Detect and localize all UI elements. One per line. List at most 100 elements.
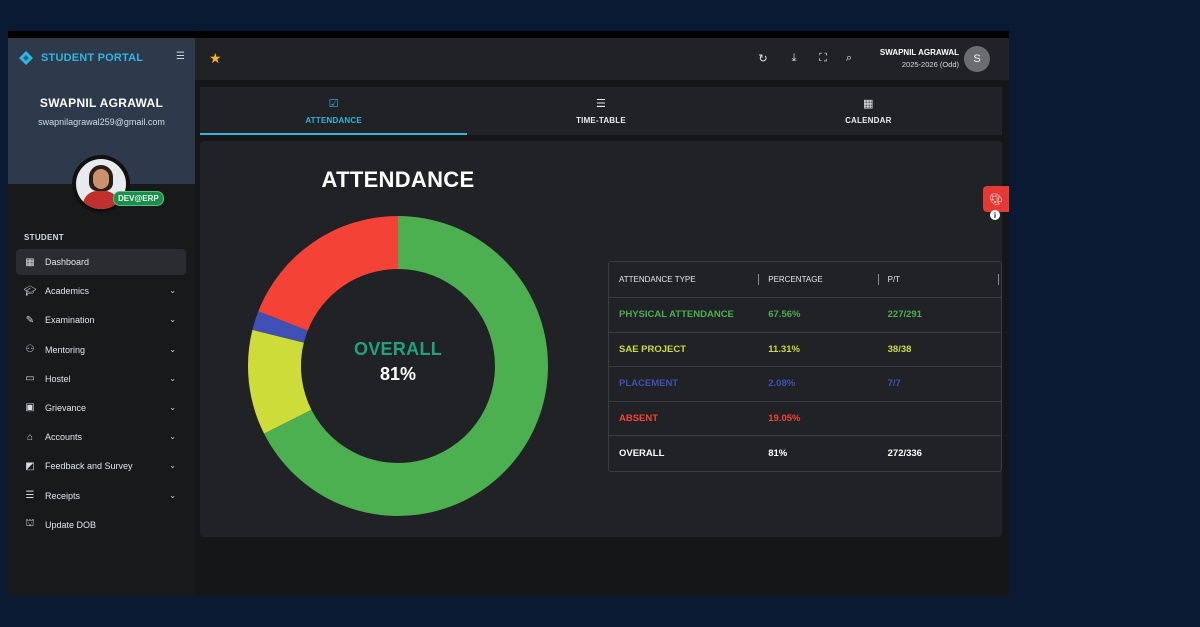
column-header: P/T	[877, 274, 1001, 285]
chevron-down-icon: ⌄	[169, 315, 176, 325]
pt-cell: 7/7	[887, 378, 901, 390]
sidebar-nav: ▦ Dashboard 🎓︎ Academics ⌄ ✎ Examination…	[16, 249, 186, 541]
sidebar: STUDENT PORTAL ☰ SWAPNIL AGRAWAL swapnil…	[8, 38, 195, 596]
info-icon[interactable]: i	[990, 210, 1000, 220]
sidebar-item-label: Examination	[45, 315, 95, 326]
sidebar-item-label: Dashboard	[45, 257, 90, 267]
sidebar-item-label: Update DOB	[45, 519, 97, 530]
search-icon[interactable]: ⌕	[842, 52, 856, 65]
top-bar: ★ ↻ ⤓ ⛶ ⌕ SWAPNIL AGRAWAL 2025-2026 (Odd…	[195, 38, 1009, 80]
ticket-icon: ▣	[25, 402, 35, 414]
type-cell: SAE PROJECT	[619, 343, 687, 355]
user-avatar[interactable]: S	[964, 46, 990, 72]
sidebar-item-hostel[interactable]: ▭ Hostel ⌄	[16, 366, 186, 392]
sidebar-item-receipts[interactable]: ☰ Receipts ⌄	[16, 483, 186, 509]
percentage-cell: 19.05%	[768, 413, 801, 425]
brand-title: STUDENT PORTAL	[41, 52, 144, 64]
table-row: PHYSICAL ATTENDANCE 67.56% 227/291	[609, 298, 1001, 333]
type-cell: ABSENT	[619, 413, 659, 425]
sidebar-item-dashboard[interactable]: ▦ Dashboard	[16, 249, 186, 275]
attendance-card: ATTENDANCE OVERALL 81% ATTENDANCE TYPE P…	[200, 141, 1002, 537]
table-row: PLACEMENT 2.08% 7/7	[609, 367, 1001, 402]
sidebar-item-feedback[interactable]: ◩ Feedback and Survey ⌄	[16, 453, 186, 479]
sidebar-item-accounts[interactable]: ⌂ Accounts ⌄	[16, 424, 186, 450]
donut-center-title: OVERALL	[353, 339, 443, 359]
chevron-down-icon: ⌄	[169, 432, 176, 442]
tab-label: CALENDAR	[845, 116, 892, 125]
dev-erp-badge: DEV@ERP	[113, 191, 164, 206]
tab-bar: ☑ ATTENDANCE ☰ TIME-TABLE ▦ CALENDAR	[200, 87, 1002, 135]
column-header: ATTENDANCE TYPE	[619, 275, 696, 284]
percentage-cell: 81%	[768, 448, 788, 460]
tab-calendar[interactable]: ▦ CALENDAR	[735, 87, 1002, 135]
favorite-star-icon[interactable]: ★	[209, 50, 222, 67]
chevron-down-icon: ⌄	[169, 344, 176, 354]
cake-icon: ⛫	[25, 518, 35, 530]
bed-icon: ▭	[25, 373, 35, 385]
chevron-down-icon: ⌄	[169, 461, 176, 471]
table-row: SAE PROJECT 11.31% 38/38	[609, 333, 1001, 368]
palette-icon[interactable]: 🎨︎	[983, 186, 1009, 212]
topbar-user-info[interactable]: SWAPNIL AGRAWAL 2025-2026 (Odd)	[880, 48, 959, 69]
donut-center-label: OVERALL 81%	[245, 339, 551, 385]
dashboard-icon: ▦	[25, 256, 35, 268]
calendar-check-icon: ☑	[328, 98, 339, 110]
sidebar-user-email: swapnilagrawal259@gmail.com	[38, 117, 165, 127]
attendance-table: ATTENDANCE TYPE PERCENTAGE P/T PHYSICAL …	[608, 261, 1002, 472]
percentage-cell: 2.08%	[768, 378, 796, 390]
calendar-icon: ▦	[863, 98, 874, 110]
tab-label: ATTENDANCE	[305, 116, 362, 125]
topbar-user-name: SWAPNIL AGRAWAL	[879, 48, 959, 57]
sidebar-item-examination[interactable]: ✎ Examination ⌄	[16, 307, 186, 333]
sidebar-item-label: Accounts	[45, 432, 83, 443]
tab-time-table[interactable]: ☰ TIME-TABLE	[467, 87, 734, 135]
percentage-cell: 11.31%	[768, 343, 800, 355]
menu-collapse-icon[interactable]: ☰	[176, 51, 185, 62]
tab-label: TIME-TABLE	[576, 116, 626, 125]
sidebar-item-update-dob[interactable]: ⛫ Update DOB	[16, 512, 186, 538]
graduation-cap-icon: 🎓︎	[23, 285, 37, 297]
refresh-icon[interactable]: ↻	[756, 52, 770, 65]
section-label-student: STUDENT	[24, 233, 64, 242]
list-icon: ☰	[595, 98, 607, 110]
feedback-icon: ◩	[25, 460, 35, 472]
type-cell: OVERALL	[619, 448, 665, 460]
type-cell: PHYSICAL ATTENDANCE	[619, 309, 734, 321]
table-row: ABSENT 19.05%	[609, 402, 1001, 437]
pt-cell: 38/38	[887, 343, 912, 355]
pencil-icon: ✎	[25, 314, 35, 326]
page-title: ATTENDANCE	[321, 167, 475, 192]
sidebar-item-grievance[interactable]: ▣ Grievance ⌄	[16, 395, 186, 421]
topbar-session: 2025-2026 (Odd)	[901, 60, 959, 69]
sidebar-item-label: Mentoring	[45, 344, 86, 355]
people-icon: ⚇	[25, 344, 35, 356]
chevron-down-icon: ⌄	[169, 490, 176, 500]
portal-logo-icon	[19, 51, 33, 65]
donut-slice-absent[interactable]	[258, 216, 398, 331]
app-window: STUDENT PORTAL ☰ SWAPNIL AGRAWAL swapnil…	[8, 31, 1009, 596]
brand[interactable]: STUDENT PORTAL	[18, 50, 143, 66]
donut-center-value: 81%	[379, 364, 417, 384]
table-header-row: ATTENDANCE TYPE PERCENTAGE P/T	[609, 262, 1001, 298]
download-icon[interactable]: ⤓	[787, 52, 801, 65]
table-row: OVERALL 81% 272/336	[609, 436, 1001, 471]
type-cell: PLACEMENT	[619, 378, 679, 390]
pt-cell: 272/336	[887, 448, 922, 460]
pt-cell: 227/291	[887, 309, 922, 321]
column-header: PERCENTAGE	[758, 274, 877, 285]
sidebar-item-label: Grievance	[45, 402, 87, 413]
sidebar-item-label: Receipts	[45, 490, 81, 501]
bank-icon: ⌂	[26, 431, 34, 443]
chevron-down-icon: ⌄	[169, 402, 176, 412]
receipt-icon: ☰	[25, 490, 35, 501]
chevron-down-icon: ⌄	[169, 286, 176, 296]
sidebar-user-name: SWAPNIL AGRAWAL	[39, 96, 164, 110]
chevron-down-icon: ⌄	[169, 373, 176, 383]
sidebar-item-mentoring[interactable]: ⚇ Mentoring ⌄	[16, 337, 186, 363]
sidebar-item-label: Hostel	[45, 373, 71, 384]
fullscreen-icon[interactable]: ⛶	[816, 52, 830, 65]
sidebar-item-academics[interactable]: 🎓︎ Academics ⌄	[16, 278, 186, 304]
sidebar-item-label: Feedback and Survey	[45, 461, 133, 472]
sidebar-item-label: Academics	[45, 286, 90, 297]
tab-attendance[interactable]: ☑ ATTENDANCE	[200, 87, 468, 135]
